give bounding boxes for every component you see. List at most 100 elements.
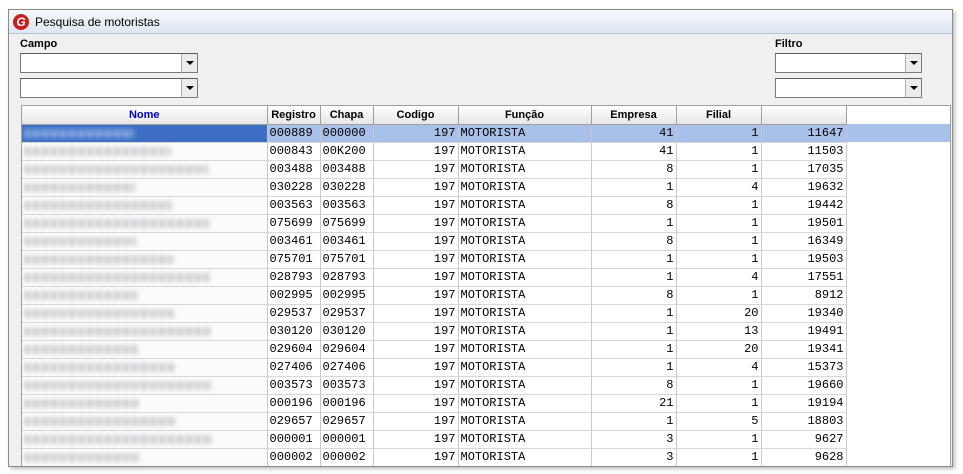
registro-cell[interactable]: 075701 — [267, 250, 321, 269]
filial-cell[interactable]: 1 — [676, 196, 762, 215]
codigo-cell[interactable]: 197 — [373, 430, 459, 449]
chapa-cell[interactable]: 000001 — [320, 430, 374, 449]
table-row[interactable]: 029537 029537 197 MOTORISTA 1 20 19340 — [22, 304, 950, 323]
chapa-cell[interactable]: 003488 — [320, 160, 374, 179]
id-cell[interactable]: 9627 — [761, 430, 847, 449]
filtro-select-2[interactable] — [775, 78, 922, 98]
id-cell[interactable]: 19340 — [761, 304, 847, 323]
codigo-cell[interactable]: 197 — [373, 394, 459, 413]
chapa-cell[interactable]: 003563 — [320, 196, 374, 215]
chapa-cell[interactable]: 003573 — [320, 376, 374, 395]
id-cell[interactable]: 16349 — [761, 232, 847, 251]
table-row[interactable]: 002995 002995 197 MOTORISTA 8 1 8912 — [22, 286, 950, 305]
codigo-cell[interactable]: 197 — [373, 232, 459, 251]
nome-cell-redacted[interactable] — [22, 304, 268, 323]
nome-cell-redacted[interactable] — [22, 124, 268, 143]
funcao-cell[interactable]: MOTORISTA — [458, 394, 592, 413]
registro-cell[interactable]: 000196 — [267, 394, 321, 413]
codigo-cell[interactable]: 197 — [373, 340, 459, 359]
filial-cell[interactable]: 20 — [676, 340, 762, 359]
funcao-cell[interactable]: MOTORISTA — [458, 250, 592, 269]
empresa-cell[interactable]: 1 — [591, 250, 677, 269]
registro-cell[interactable]: 000889 — [267, 124, 321, 143]
filial-cell[interactable]: 4 — [676, 358, 762, 377]
filial-cell[interactable]: 1 — [676, 142, 762, 161]
nome-cell-redacted[interactable] — [22, 142, 268, 161]
nome-cell-redacted[interactable] — [22, 286, 268, 305]
campo-select-2[interactable] — [20, 78, 198, 98]
chapa-cell[interactable]: 000000 — [320, 124, 374, 143]
filial-cell[interactable]: 5 — [676, 412, 762, 431]
chevron-down-icon[interactable] — [905, 54, 921, 72]
chapa-cell[interactable]: 00K200 — [320, 142, 374, 161]
filial-cell[interactable]: 13 — [676, 322, 762, 341]
funcao-cell[interactable]: MOTORISTA — [458, 322, 592, 341]
empresa-cell[interactable]: 41 — [591, 142, 677, 161]
chapa-cell[interactable]: 029604 — [320, 340, 374, 359]
empresa-cell[interactable]: 1 — [591, 340, 677, 359]
column-header-filial[interactable]: Filial — [676, 106, 762, 125]
filial-cell[interactable]: 1 — [676, 250, 762, 269]
codigo-cell[interactable]: 197 — [373, 250, 459, 269]
nome-cell-redacted[interactable] — [22, 358, 268, 377]
chapa-cell[interactable]: 000002 — [320, 448, 374, 466]
column-header-nome[interactable]: Nome — [22, 106, 268, 125]
registro-cell[interactable]: 029657 — [267, 412, 321, 431]
empresa-cell[interactable]: 41 — [591, 124, 677, 143]
codigo-cell[interactable]: 197 — [373, 268, 459, 287]
empresa-cell[interactable]: 8 — [591, 196, 677, 215]
table-row[interactable]: 028793 028793 197 MOTORISTA 1 4 17551 — [22, 268, 950, 287]
id-cell[interactable]: 8912 — [761, 286, 847, 305]
id-cell[interactable]: 19442 — [761, 196, 847, 215]
chapa-cell[interactable]: 075701 — [320, 250, 374, 269]
id-cell[interactable]: 17551 — [761, 268, 847, 287]
codigo-cell[interactable]: 197 — [373, 304, 459, 323]
registro-cell[interactable]: 028793 — [267, 268, 321, 287]
drivers-grid[interactable]: Nome Registro Chapa Codigo Função Empres… — [21, 105, 951, 466]
chapa-cell[interactable]: 002995 — [320, 286, 374, 305]
empresa-cell[interactable]: 1 — [591, 304, 677, 323]
empresa-cell[interactable]: 8 — [591, 376, 677, 395]
chevron-down-icon[interactable] — [905, 79, 921, 97]
registro-cell[interactable]: 003563 — [267, 196, 321, 215]
empresa-cell[interactable]: 1 — [591, 412, 677, 431]
empresa-cell[interactable]: 3 — [591, 448, 677, 466]
table-row[interactable]: 029657 029657 197 MOTORISTA 1 5 18803 — [22, 412, 950, 431]
table-row[interactable]: 030120 030120 197 MOTORISTA 1 13 19491 — [22, 322, 950, 341]
chapa-cell[interactable]: 030120 — [320, 322, 374, 341]
funcao-cell[interactable]: MOTORISTA — [458, 142, 592, 161]
codigo-cell[interactable]: 197 — [373, 322, 459, 341]
filial-cell[interactable]: 1 — [676, 286, 762, 305]
funcao-cell[interactable]: MOTORISTA — [458, 214, 592, 233]
id-cell[interactable]: 15373 — [761, 358, 847, 377]
registro-cell[interactable]: 030228 — [267, 178, 321, 197]
id-cell[interactable]: 17035 — [761, 160, 847, 179]
empresa-cell[interactable]: 1 — [591, 268, 677, 287]
funcao-cell[interactable]: MOTORISTA — [458, 304, 592, 323]
table-row[interactable]: 000889 000000 197 MOTORISTA 41 1 11647 — [22, 124, 950, 143]
table-row[interactable]: 029604 029604 197 MOTORISTA 1 20 19341 — [22, 340, 950, 359]
id-cell[interactable]: 19194 — [761, 394, 847, 413]
table-row[interactable]: 075699 075699 197 MOTORISTA 1 1 19501 — [22, 214, 950, 233]
funcao-cell[interactable]: MOTORISTA — [458, 412, 592, 431]
nome-cell-redacted[interactable] — [22, 412, 268, 431]
registro-cell[interactable]: 000843 — [267, 142, 321, 161]
funcao-cell[interactable]: MOTORISTA — [458, 160, 592, 179]
codigo-cell[interactable]: 197 — [373, 142, 459, 161]
nome-cell-redacted[interactable] — [22, 322, 268, 341]
registro-cell[interactable]: 029537 — [267, 304, 321, 323]
nome-cell-redacted[interactable] — [22, 178, 268, 197]
empresa-cell[interactable]: 21 — [591, 394, 677, 413]
empresa-cell[interactable]: 1 — [591, 178, 677, 197]
registro-cell[interactable]: 003573 — [267, 376, 321, 395]
id-cell[interactable]: 19632 — [761, 178, 847, 197]
table-row[interactable]: 003488 003488 197 MOTORISTA 8 1 17035 — [22, 160, 950, 179]
funcao-cell[interactable]: MOTORISTA — [458, 358, 592, 377]
chapa-cell[interactable]: 030228 — [320, 178, 374, 197]
table-row[interactable]: 000196 000196 197 MOTORISTA 21 1 19194 — [22, 394, 950, 413]
nome-cell-redacted[interactable] — [22, 250, 268, 269]
filial-cell[interactable]: 4 — [676, 178, 762, 197]
table-row[interactable]: 000001 000001 197 MOTORISTA 3 1 9627 — [22, 430, 950, 449]
funcao-cell[interactable]: MOTORISTA — [458, 376, 592, 395]
filial-cell[interactable]: 1 — [676, 124, 762, 143]
